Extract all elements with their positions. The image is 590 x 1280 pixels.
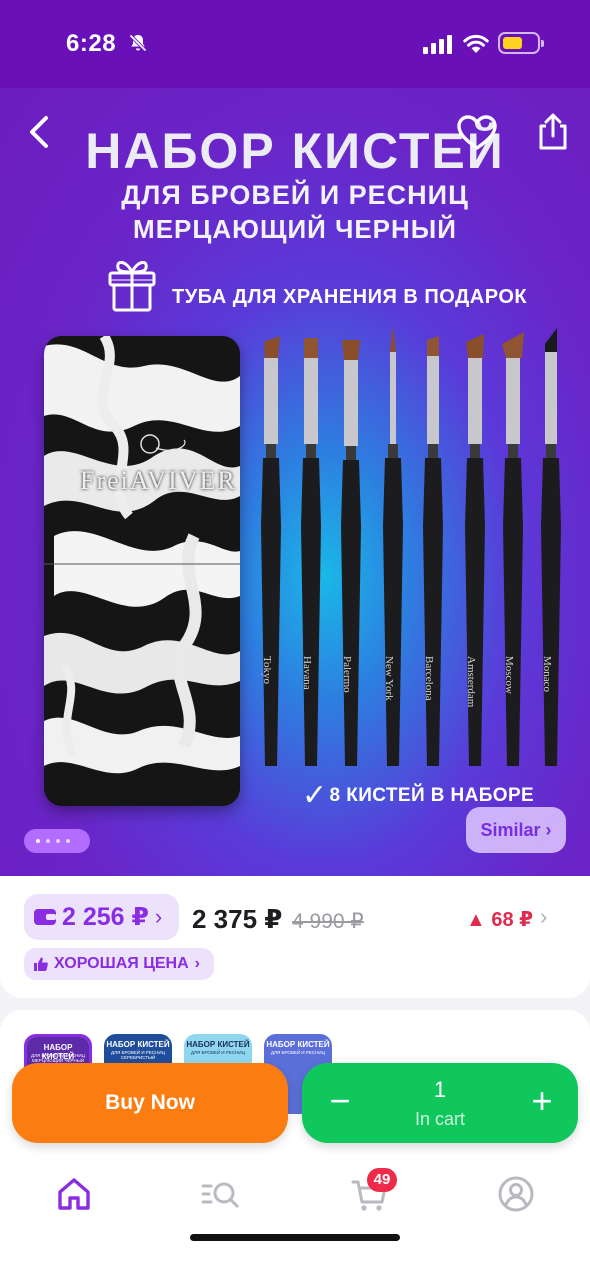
chevron-right-icon: › xyxy=(194,955,200,972)
increase-quantity-button[interactable]: + xyxy=(522,1079,562,1127)
hero-title: НАБОР КИСТЕЙ xyxy=(85,123,505,179)
bell-slash-icon xyxy=(129,34,147,52)
brush-name: New York xyxy=(383,656,395,701)
brush-item: Monaco xyxy=(536,326,566,776)
price-change-button[interactable]: ▲ 68 ₽ xyxy=(466,907,533,932)
brush-name: Monaco xyxy=(541,656,553,693)
variant-title: НАБОР КИСТЕЙ xyxy=(186,1040,250,1049)
brush-item: Amsterdam xyxy=(460,326,490,776)
gallery-page-indicator[interactable] xyxy=(24,829,90,853)
similar-button[interactable]: Similar › xyxy=(466,807,566,853)
brush-name: Barcelona xyxy=(423,656,435,701)
brush-item: Palermo xyxy=(336,326,366,776)
thumbs-up-icon xyxy=(34,957,48,971)
wifi-icon xyxy=(463,34,489,53)
brush-name: Amsterdam xyxy=(465,656,477,708)
brush-set-image: Tokyo Havana Palermo New York Barcelona … xyxy=(252,326,568,776)
variant-subtitle: ДЛЯ БРОВЕЙ И РЕСНИЦ xyxy=(191,1050,245,1055)
catalog-search-icon[interactable] xyxy=(200,1174,240,1214)
bottom-navigation: 49 xyxy=(0,1156,590,1280)
hero-subtitle-1: ДЛЯ БРОВЕЙ И РЕСНИЦ xyxy=(121,180,469,210)
brush-item: Moscow xyxy=(498,326,528,776)
current-price: 2 375 ₽ xyxy=(192,904,283,934)
gift-caption: ТУБА ДЛЯ ХРАНЕНИЯ В ПОДАРОК xyxy=(172,286,528,308)
variant-subtitle: ДЛЯ БРОВЕЙ И РЕСНИЦ СЕРЕБРИСТЫЙ xyxy=(111,1050,165,1060)
variant-subtitle: ДЛЯ БРОВЕЙ И РЕСНИЦ xyxy=(271,1050,325,1055)
brush-item: New York xyxy=(378,326,408,776)
variant-subtitle: ДЛЯ БРОВЕЙ И РЕСНИЦ МЕРЦАЮЩИЙ ЧЕРНЫЙ xyxy=(31,1053,85,1063)
brush-name: Moscow xyxy=(503,656,515,694)
brush-name: Palermo xyxy=(341,656,353,693)
cart-count-badge: 49 xyxy=(367,1168,397,1192)
home-indicator xyxy=(190,1234,400,1241)
chevron-right-icon[interactable]: › xyxy=(540,904,547,930)
price-section: 2 256 ₽ › 2 375 ₽ 4 990 ₽ ▲ 68 ₽ › ХОРОШ… xyxy=(0,876,590,998)
brush-item: Tokyo xyxy=(256,326,286,776)
good-price-badge[interactable]: ХОРОШАЯ ЦЕНА › xyxy=(24,948,214,980)
buy-now-button[interactable]: Buy Now xyxy=(12,1063,288,1143)
brush-name: Havana xyxy=(301,656,313,690)
brush-item: Barcelona xyxy=(418,326,448,776)
hero-subtitle-2: МЕРЦАЮЩИЙ ЧЕРНЫЙ xyxy=(133,214,457,244)
gift-icon xyxy=(108,261,156,312)
brush-item: Havana xyxy=(296,326,326,776)
status-time: 6:28 xyxy=(66,30,117,57)
brush-name: Tokyo xyxy=(261,656,273,684)
share-icon[interactable] xyxy=(534,112,572,152)
tube-brand-logo: FreiAVIVER xyxy=(80,466,237,495)
check-icon: ✓ xyxy=(302,779,328,812)
status-bar: 6:28 xyxy=(0,0,590,88)
battery-icon xyxy=(498,32,544,54)
good-price-label: ХОРОШАЯ ЦЕНА xyxy=(54,955,189,972)
variant-title: НАБОР КИСТЕЙ xyxy=(106,1040,170,1049)
wallet-icon xyxy=(34,909,56,925)
cart-quantity-control: − 1 In cart + xyxy=(302,1063,578,1143)
old-price: 4 990 ₽ xyxy=(292,910,364,933)
product-gallery[interactable]: НАБОР КИСТЕЙ ДЛЯ БРОВЕЙ И РЕСНИЦ МЕРЦАЮЩ… xyxy=(0,88,590,876)
storage-tube-image: FreiAVIVER xyxy=(44,336,240,806)
chevron-right-icon: › xyxy=(154,904,163,929)
profile-icon[interactable] xyxy=(496,1174,536,1214)
favorite-heart-icon[interactable] xyxy=(456,114,498,152)
brush-count-text: 8 КИСТЕЙ В НАБОРЕ xyxy=(329,785,535,806)
home-icon[interactable] xyxy=(54,1174,94,1214)
wallet-price-button[interactable]: 2 256 ₽ › xyxy=(24,894,179,940)
variant-title: НАБОР КИСТЕЙ xyxy=(266,1040,330,1049)
signal-icon xyxy=(423,35,452,54)
wallet-price: 2 256 ₽ xyxy=(62,903,149,931)
